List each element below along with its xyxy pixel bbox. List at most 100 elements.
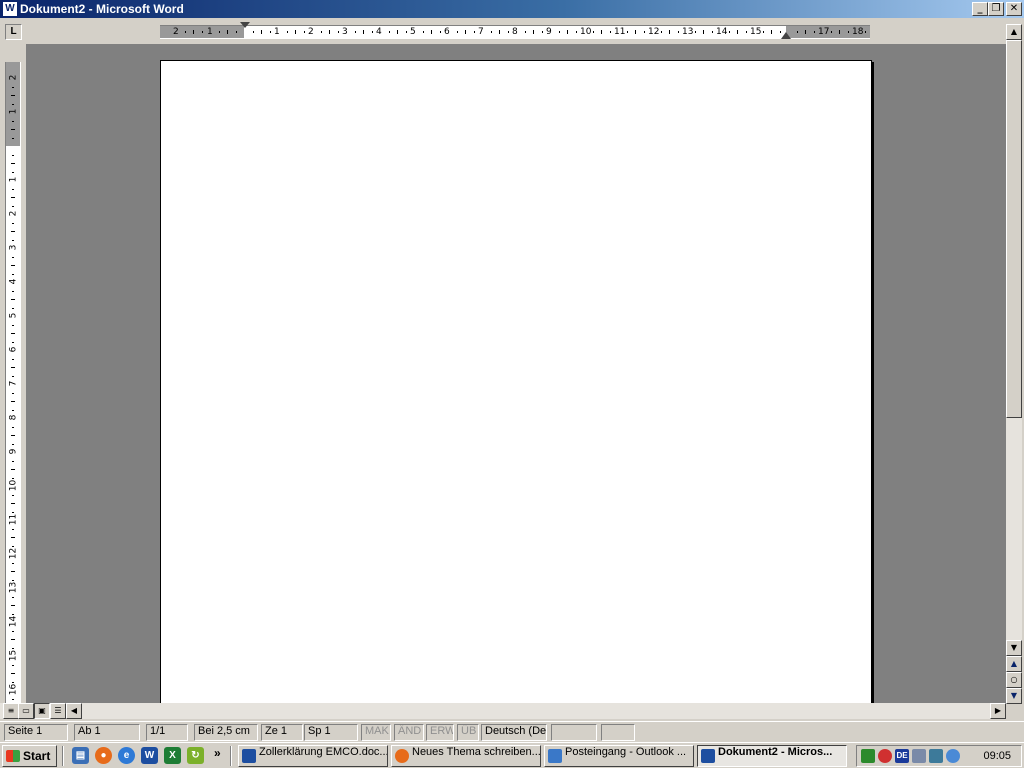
start-button[interactable]: Start	[2, 745, 57, 767]
ruler-tick	[771, 30, 772, 34]
document-page[interactable]	[160, 60, 872, 704]
language-indicator[interactable]: DE	[895, 749, 909, 763]
next-page-button[interactable]: ▼	[1006, 688, 1022, 704]
ruler-number: 11	[614, 27, 626, 37]
taskbar-button-label: Dokument2 - Micros...	[718, 746, 833, 758]
restore-button[interactable]: ❐	[988, 2, 1004, 16]
ruler-tick	[524, 31, 526, 33]
blocked-icon[interactable]	[878, 749, 892, 763]
status-language[interactable]: Deutsch (De	[481, 724, 547, 741]
status-extra	[601, 724, 635, 741]
ruler-tick	[12, 426, 14, 428]
ruler-tick	[12, 443, 14, 445]
ruler-tick	[737, 30, 738, 34]
ruler-tick	[507, 31, 509, 33]
ruler-number: 1	[274, 27, 280, 37]
status-track-changes[interactable]: ÄND	[394, 724, 424, 741]
ruler-tick	[830, 31, 832, 33]
ruler-tick	[864, 31, 866, 33]
quicklaunch-overflow-button[interactable]: »	[214, 746, 221, 760]
tab-selector-button[interactable]: L	[5, 24, 22, 40]
ruler-number: 4	[8, 278, 19, 285]
right-indent-marker[interactable]	[781, 32, 791, 39]
window-title: Dokument2 - Microsoft Word	[20, 2, 184, 16]
ruler-tick	[643, 31, 645, 33]
previous-page-button[interactable]: ▲	[1006, 656, 1022, 672]
ruler-tick	[12, 86, 14, 88]
print-layout-view-button[interactable]: ▣	[34, 703, 50, 719]
taskbar-button-dokument2[interactable]: Dokument2 - Micros...	[697, 745, 847, 767]
ruler-tick	[11, 367, 15, 368]
scroll-up-button[interactable]: ▲	[1006, 24, 1022, 40]
ruler-number: 1	[207, 27, 213, 37]
ruler-tick	[609, 31, 611, 33]
ruler-tick	[12, 171, 14, 173]
sync-icon[interactable]: ↻	[187, 747, 204, 764]
firefox-icon	[395, 749, 409, 763]
ruler-number: 15	[8, 649, 19, 662]
ruler-tick	[11, 639, 15, 640]
ruler-number: 12	[648, 27, 660, 37]
minimize-button[interactable]: _	[972, 2, 988, 16]
status-spelling[interactable]	[551, 724, 597, 741]
taskbar-button-label: Posteingang - Outlook ...	[565, 746, 687, 758]
ruler-tick	[337, 31, 339, 33]
globe-icon[interactable]	[946, 749, 960, 763]
ruler-number: 5	[8, 312, 19, 319]
ruler-tick	[201, 31, 203, 33]
excel-launch-icon[interactable]: X	[164, 747, 181, 764]
monitor-icon[interactable]	[912, 749, 926, 763]
outline-view-button[interactable]: ☰	[50, 703, 66, 719]
ruler-tick	[11, 197, 15, 198]
scroll-left-button[interactable]: ◀	[66, 703, 82, 719]
windows-logo-icon	[6, 750, 20, 762]
left-indent-marker[interactable]	[240, 22, 250, 28]
status-extend[interactable]: ERW	[426, 724, 454, 741]
word-launch-icon[interactable]: W	[141, 747, 158, 764]
ruler-tick	[12, 239, 14, 241]
horizontal-ruler[interactable]: 2 1 1 2 3 4 5 6 7 8 9 10 11 12 13 14 15 17 18	[160, 22, 870, 39]
ruler-tick	[252, 31, 254, 33]
status-overtype[interactable]: ÜB	[457, 724, 479, 741]
show-desktop-icon[interactable]: ▤	[72, 747, 89, 764]
ruler-number: 4	[376, 27, 382, 37]
ruler-tick	[12, 477, 14, 479]
close-button[interactable]: ✕	[1006, 2, 1022, 16]
ruler-number: 17	[818, 27, 830, 37]
antivirus-icon[interactable]	[861, 749, 875, 763]
ruler-tick	[235, 31, 237, 33]
clock[interactable]: 09:05	[983, 750, 1011, 762]
ruler-tick	[11, 401, 15, 402]
status-macro-record[interactable]: MAK	[361, 724, 391, 741]
web-layout-view-button[interactable]: ▭	[18, 703, 34, 719]
ruler-number: 8	[8, 414, 19, 421]
vertical-scrollbar[interactable]: ▲ ▼ ▲ ○ ▼	[1006, 24, 1022, 704]
ruler-tick	[397, 30, 398, 34]
select-browse-object-button[interactable]: ○	[1006, 672, 1022, 688]
vertical-ruler[interactable]: 2 1 1 2 3 4 5 6 7 8 9 10 11 12 13 14 15 16	[5, 62, 21, 704]
ruler-tick	[11, 571, 15, 572]
ruler-tick	[320, 31, 322, 33]
taskbar-button-posteingang[interactable]: Posteingang - Outlook ...	[544, 745, 694, 767]
ruler-tick	[11, 231, 15, 232]
ruler-tick	[456, 31, 458, 33]
scroll-right-button[interactable]: ▶	[990, 703, 1006, 719]
network-icon[interactable]	[929, 749, 943, 763]
internet-explorer-icon[interactable]: e	[118, 747, 135, 764]
taskbar-button-zollerklaerung[interactable]: Zollerklärung EMCO.doc...	[238, 745, 388, 767]
title-bar[interactable]: W Dokument2 - Microsoft Word _ ❐ ✕	[0, 0, 1024, 18]
firefox-icon[interactable]: ●	[95, 747, 112, 764]
ruler-tick	[12, 579, 14, 581]
ruler-tick	[431, 30, 432, 34]
scroll-down-button[interactable]: ▼	[1006, 640, 1022, 656]
ruler-number: 9	[8, 448, 19, 455]
normal-view-button[interactable]: ≡	[3, 703, 19, 719]
taskbar-button-neues-thema[interactable]: Neues Thema schreiben...	[391, 745, 541, 767]
taskbar: Start ▤ ● e W X ↻ » Zollerklärung EMCO.d…	[0, 742, 1024, 768]
ruler-tick	[762, 31, 764, 33]
horizontal-ruler-area: L 2 1 1 2 3 4 5 6 7 8 9 10 11 12 13 14 15 17 18	[0, 20, 1024, 44]
ruler-tick	[12, 647, 14, 649]
word-app-icon[interactable]: W	[2, 1, 18, 17]
scroll-thumb[interactable]	[1006, 40, 1022, 418]
ruler-tick	[193, 30, 194, 34]
